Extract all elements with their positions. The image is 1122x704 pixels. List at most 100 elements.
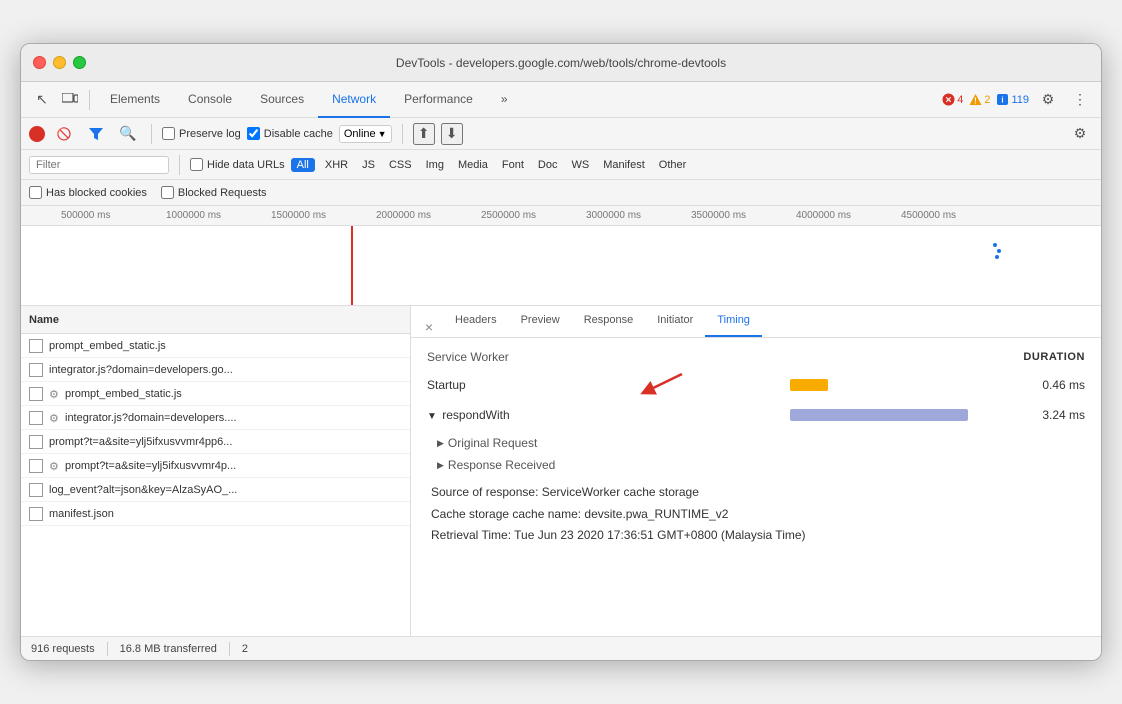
item-name: prompt?t=a&site=ylj5ifxusvvmr4pp6... [49, 436, 232, 448]
tab-preview[interactable]: Preview [509, 306, 572, 337]
more-options-icon[interactable]: ⋮ [1067, 87, 1093, 113]
list-item[interactable]: ⚙ prompt_embed_static.js [21, 382, 410, 406]
export-icon[interactable]: ⬇ [441, 123, 463, 145]
search-icon[interactable]: 🔍 [115, 121, 141, 147]
tab-initiator[interactable]: Initiator [645, 306, 705, 337]
response-received-row[interactable]: ▶ Response Received [427, 454, 1085, 476]
filter-ws[interactable]: WS [567, 158, 593, 172]
tab-more[interactable]: » [487, 82, 522, 118]
timeline-mark-3: 2000000 ms [376, 210, 481, 221]
tab-response[interactable]: Response [572, 306, 646, 337]
file-icon [29, 507, 43, 521]
disable-cache-checkbox[interactable] [247, 127, 260, 140]
timeline-content[interactable] [21, 226, 1101, 306]
main-area: Name prompt_embed_static.js integrator.j… [21, 306, 1101, 636]
timeline-ruler: 500000 ms 1000000 ms 1500000 ms 2000000 … [21, 206, 1101, 226]
file-icon [29, 339, 43, 353]
filter-media[interactable]: Media [454, 158, 492, 172]
divider [89, 90, 90, 110]
throttle-select[interactable]: Online ▼ [339, 125, 392, 143]
main-toolbar: ↖ Elements Console Sources Network Perfo… [21, 82, 1101, 118]
minimize-button[interactable] [53, 56, 66, 69]
info-line-0: Source of response: ServiceWorker cache … [431, 482, 1085, 504]
original-request-row[interactable]: ▶ Original Request [427, 432, 1085, 454]
maximize-button[interactable] [73, 56, 86, 69]
hide-data-urls-checkbox[interactable] [190, 158, 203, 171]
list-item[interactable]: prompt?t=a&site=ylj5ifxusvvmr4pp6... [21, 430, 410, 454]
tab-performance[interactable]: Performance [390, 82, 487, 118]
file-icon [29, 411, 43, 425]
svg-text:!: ! [974, 97, 977, 106]
info-line-1: Cache storage cache name: devsite.pwa_RU… [431, 504, 1085, 526]
device-icon[interactable] [57, 87, 83, 113]
tab-headers[interactable]: Headers [443, 306, 509, 337]
expand-right-icon: ▶ [437, 438, 444, 449]
blocked-cookies-checkbox[interactable] [29, 186, 42, 199]
blocked-requests-label[interactable]: Blocked Requests [161, 186, 267, 199]
filter-manifest[interactable]: Manifest [599, 158, 649, 172]
filter-js[interactable]: JS [358, 158, 379, 172]
expand-right-icon: ▶ [437, 460, 444, 471]
tab-console[interactable]: Console [174, 82, 246, 118]
chevron-down-icon: ▼ [378, 129, 387, 139]
close-detail-button[interactable]: × [419, 317, 439, 337]
settings2-icon[interactable]: ⚙ [1067, 121, 1093, 147]
tab-elements[interactable]: Elements [96, 82, 174, 118]
filter-checkboxes-toolbar: Has blocked cookies Blocked Requests [21, 180, 1101, 206]
import-icon[interactable]: ⬆ [413, 123, 435, 145]
filter-all-button[interactable]: All [291, 158, 315, 172]
timeline-mark-4: 2500000 ms [481, 210, 586, 221]
filter-input[interactable] [29, 156, 169, 174]
item-name: log_event?alt=json&key=AlzaSyAO_... [49, 484, 237, 496]
filter-css[interactable]: CSS [385, 158, 416, 172]
list-item[interactable]: prompt_embed_static.js [21, 334, 410, 358]
blocked-requests-checkbox[interactable] [161, 186, 174, 199]
list-item[interactable]: integrator.js?domain=developers.go... [21, 358, 410, 382]
file-icon [29, 363, 43, 377]
preserve-log-checkbox[interactable] [162, 127, 175, 140]
cursor-icon[interactable]: ↖ [29, 87, 55, 113]
filter-other[interactable]: Other [655, 158, 691, 172]
item-name: prompt?t=a&site=ylj5ifxusvvmr4p... [65, 460, 236, 472]
list-item[interactable]: log_event?alt=json&key=AlzaSyAO_... [21, 478, 410, 502]
close-button[interactable] [33, 56, 46, 69]
preserve-log-label[interactable]: Preserve log [162, 127, 241, 140]
filter-img[interactable]: Img [422, 158, 448, 172]
list-item[interactable]: ⚙ prompt?t=a&site=ylj5ifxusvvmr4p... [21, 454, 410, 478]
timing-header: Service Worker DURATION [427, 350, 1085, 364]
window-title: DevTools - developers.google.com/web/too… [396, 56, 726, 70]
filter-font[interactable]: Font [498, 158, 528, 172]
filter-icon[interactable] [83, 121, 109, 147]
hide-data-urls-label[interactable]: Hide data URLs [190, 158, 285, 171]
tab-timing[interactable]: Timing [705, 306, 762, 337]
startup-value: 0.46 ms [1015, 378, 1085, 392]
startup-bar [790, 379, 827, 391]
clear-button[interactable]: 🚫 [51, 121, 77, 147]
record-button[interactable] [29, 126, 45, 142]
blocked-cookies-label[interactable]: Has blocked cookies [29, 186, 147, 199]
file-icon [29, 483, 43, 497]
warn-count: 2 [984, 94, 990, 106]
respond-with-bar-area [547, 407, 1015, 423]
startup-label: Startup [427, 378, 547, 392]
transferred-size: 16.8 MB transferred [120, 643, 217, 655]
network-list-panel: Name prompt_embed_static.js integrator.j… [21, 306, 411, 636]
traffic-lights [33, 56, 86, 69]
item-name: prompt_embed_static.js [49, 340, 166, 352]
hide-data-urls-text: Hide data URLs [207, 159, 285, 171]
filter-xhr[interactable]: XHR [321, 158, 352, 172]
list-item[interactable]: manifest.json [21, 502, 410, 526]
list-item[interactable]: ⚙ integrator.js?domain=developers.... [21, 406, 410, 430]
disable-cache-label[interactable]: Disable cache [247, 127, 333, 140]
response-received-label: Response Received [448, 458, 555, 472]
respond-with-section: ▼ respondWith 3.24 ms ▶ Original Request [427, 402, 1085, 476]
tab-sources[interactable]: Sources [246, 82, 318, 118]
tab-network[interactable]: Network [318, 82, 390, 118]
filter-doc[interactable]: Doc [534, 158, 562, 172]
extra-count: 2 [242, 643, 248, 655]
detail-panel: × Headers Preview Response Initiator Tim… [411, 306, 1101, 636]
expand-triangle-icon[interactable]: ▼ [427, 411, 437, 422]
filter-toolbar: Hide data URLs All XHR JS CSS Img Media … [21, 150, 1101, 180]
settings-icon[interactable]: ⚙ [1035, 87, 1061, 113]
respond-with-bar [790, 409, 968, 421]
